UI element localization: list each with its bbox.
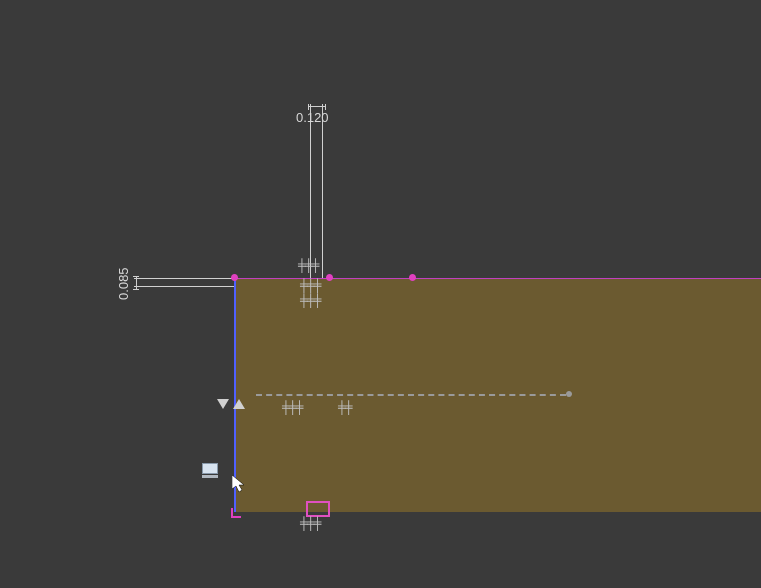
selection-handle[interactable] [306,501,330,517]
dimension-top-witness-1 [310,104,311,278]
dimension-left-witness-1 [134,278,234,279]
grip-node[interactable] [409,274,416,281]
corner-grip[interactable] [231,508,241,518]
dimension-left-bar [136,276,137,290]
rebar-symbol: ╪╪╪ [300,516,320,531]
level-marker-up-icon[interactable] [233,399,245,409]
cad-viewport[interactable]: 0.120 0.085 ╪╪╪ ╪╪╪ ╪╪╪ ╪╪╪ ╪╪ ╪╪╪ [0,0,761,588]
dimension-top-bar [308,106,326,107]
dimension-left-tick-bottom [133,289,139,290]
level-marker-down-icon[interactable] [217,399,229,409]
dimension-left-tick-top [133,276,139,277]
dimension-top-witness-2 [322,104,323,278]
rebar-symbol: ╪╪╪ [298,258,318,273]
rebar-symbol: ╪╪╪ [300,293,320,308]
dimension-left-witness-2 [134,286,234,287]
computer-icon [202,463,218,477]
dimension-left-value[interactable]: 0.085 [116,267,131,300]
grip-node[interactable] [231,274,238,281]
dimension-top-value[interactable]: 0.120 [296,110,329,125]
rebar-symbol: ╪╪╪ [300,278,320,293]
rebar-symbol: ╪╪ [338,400,352,415]
grip-node[interactable] [326,274,333,281]
reference-line[interactable] [256,394,566,396]
reference-line-endpoint[interactable] [566,391,572,397]
rebar-symbol: ╪╪╪ [282,400,302,415]
